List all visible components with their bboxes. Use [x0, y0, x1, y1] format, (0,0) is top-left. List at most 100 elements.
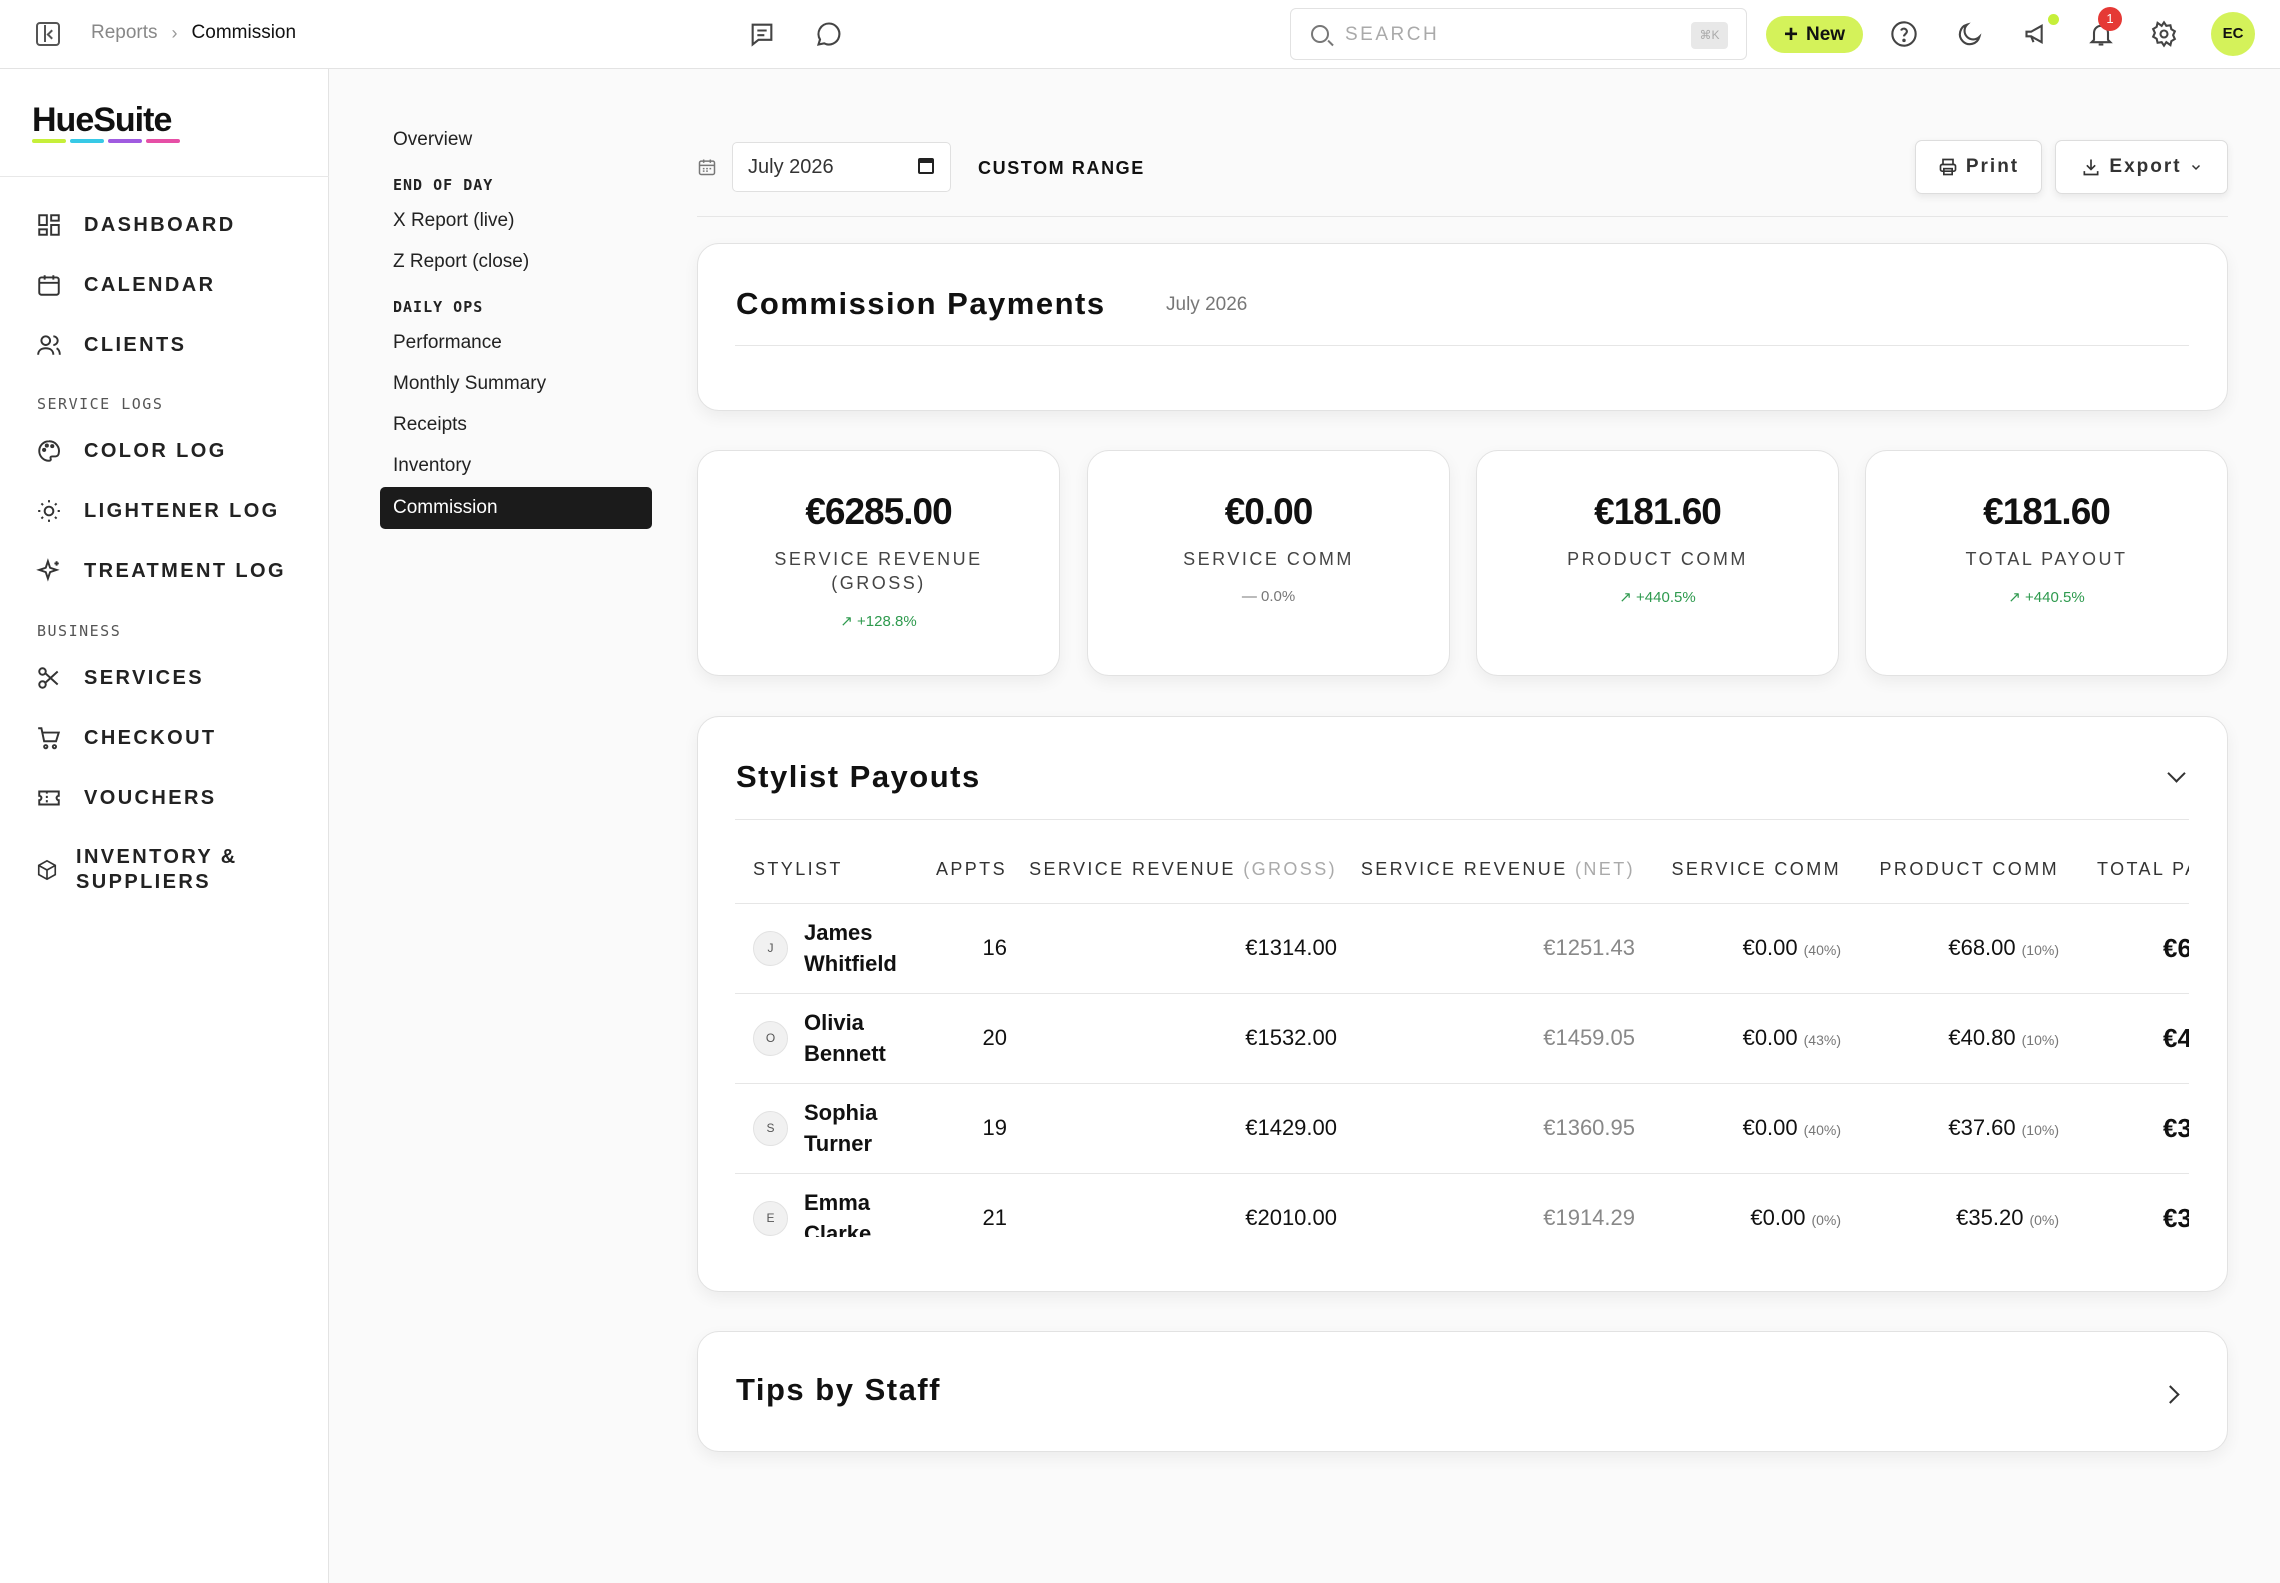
- sidebar-item-lightener-log[interactable]: LIGHTENER LOG: [36, 498, 280, 524]
- service-comm-value: €0.00: [1742, 1115, 1798, 1140]
- subnav-item-z-report[interactable]: Z Report (close): [393, 251, 529, 273]
- col-header-stylist[interactable]: STYLIST: [735, 837, 921, 904]
- sidebar-toggle-icon[interactable]: [36, 22, 60, 46]
- subnav-header-daily-ops: DAILY OPS: [393, 298, 484, 316]
- col-header-service-revenue-net[interactable]: SERVICE REVENUE (NET): [1337, 837, 1635, 904]
- table-row[interactable]: J James Whitfield 16 €1314.00 €1251.43 €0…: [735, 903, 2189, 994]
- subnav-item-monthly-summary[interactable]: Monthly Summary: [393, 373, 546, 395]
- custom-range-button[interactable]: CUSTOM RANGE: [978, 158, 1145, 179]
- export-button[interactable]: Export: [2055, 140, 2228, 194]
- stylist-last-name: Bennett: [804, 1041, 886, 1066]
- product-comm-cell: €37.60 (10%): [1841, 1083, 2059, 1174]
- sidebar-item-color-log[interactable]: COLOR LOG: [36, 438, 227, 464]
- sidebar-item-clients[interactable]: CLIENTS: [36, 332, 186, 358]
- service-comm-cell: €0.00 (0%): [1635, 1173, 1841, 1237]
- dashboard-icon: [38, 214, 60, 236]
- stylist-last-name: Whitfield: [804, 951, 897, 976]
- product-comm-rate: (10%): [2021, 942, 2059, 958]
- kpi-label: SERVICE REVENUE (GROSS): [698, 547, 1059, 595]
- product-comm-rate: (10%): [2021, 1032, 2059, 1048]
- section-header-business: BUSINESS: [37, 622, 122, 640]
- announcements-icon[interactable]: [2023, 20, 2051, 48]
- gross-revenue-cell: €2010.00: [1007, 1173, 1337, 1237]
- calendar-icon: [38, 275, 60, 296]
- tips-by-staff-card[interactable]: Tips by Staff: [697, 1331, 2228, 1452]
- stylist-first-name: James: [804, 920, 873, 945]
- table-row[interactable]: S Sophia Turner 19 €1429.00 €1360.95 €0.0…: [735, 1083, 2189, 1174]
- dark-mode-icon[interactable]: [1956, 20, 1984, 48]
- col-header-service-comm[interactable]: SERVICE COMM: [1635, 837, 1841, 904]
- total-payout-cell: €4: [2059, 993, 2189, 1084]
- kpi-value: €0.00: [1224, 491, 1314, 532]
- col-header-total-payout[interactable]: TOTAL PA: [2059, 837, 2189, 904]
- chat-icon[interactable]: [815, 20, 843, 48]
- stylist-last-name: Turner: [804, 1131, 873, 1156]
- subnav-item-commission[interactable]: Commission: [380, 487, 652, 529]
- stylist-name: Olivia Bennett: [804, 1007, 914, 1069]
- brand-logo[interactable]: HueSuite: [32, 101, 172, 140]
- kpi-value: €6285.00: [805, 491, 952, 532]
- breadcrumb-parent[interactable]: Reports: [91, 22, 158, 44]
- subnav-item-performance[interactable]: Performance: [393, 332, 502, 354]
- download-icon: [2083, 159, 2099, 176]
- sidebar-item-dashboard[interactable]: DASHBOARD: [36, 212, 236, 238]
- card-title: Commission Payments: [736, 286, 1106, 321]
- avatar: S: [753, 1110, 788, 1146]
- stylist-cell: O Olivia Bennett: [735, 1007, 921, 1069]
- notes-icon[interactable]: [748, 20, 776, 48]
- product-comm-cell: €68.00 (10%): [1841, 903, 2059, 994]
- table-row[interactable]: O Olivia Bennett 20 €1532.00 €1459.05 €0.…: [735, 993, 2189, 1084]
- kpi-label: TOTAL PAYOUT: [1965, 549, 2128, 569]
- col-header-appts[interactable]: APPTS: [921, 837, 1007, 904]
- scissors-icon: [38, 667, 59, 689]
- service-comm-rate: (40%): [1803, 942, 1841, 958]
- service-comm-value: €0.00: [1750, 1205, 1806, 1230]
- subnav-item-receipts[interactable]: Receipts: [393, 414, 467, 436]
- sidebar-item-vouchers[interactable]: VOUCHERS: [36, 785, 217, 811]
- cart-icon: [38, 727, 61, 750]
- table-row[interactable]: E Emma Clarke 21 €2010.00 €1914.29 €0.00 (…: [735, 1173, 2189, 1237]
- search-input[interactable]: [1345, 21, 1645, 49]
- breadcrumb: Reports › Commission: [91, 22, 296, 44]
- kpi-value: €181.60: [1594, 491, 1722, 532]
- sidebar-item-label: COLOR LOG: [84, 439, 227, 462]
- ticket-icon: [38, 790, 60, 806]
- kpi-card-product-comm: €181.60 PRODUCT COMM ↗ +440.5%: [1476, 450, 1839, 676]
- sidebar-item-checkout[interactable]: CHECKOUT: [36, 725, 217, 751]
- col-header-product-comm[interactable]: PRODUCT COMM: [1841, 837, 2059, 904]
- subnav-item-overview[interactable]: Overview: [393, 129, 472, 151]
- avatar: O: [753, 1020, 788, 1056]
- col-header-service-revenue-gross[interactable]: SERVICE REVENUE (GROSS): [1007, 837, 1337, 904]
- appts-cell: 19: [921, 1083, 1007, 1174]
- settings-icon[interactable]: [2150, 20, 2178, 48]
- product-comm-value: €35.20: [1956, 1205, 2024, 1230]
- chevron-down-icon[interactable]: [2167, 764, 2186, 783]
- kpi-label-line1: SERVICE REVENUE: [774, 549, 983, 569]
- calendar-picker-icon[interactable]: [918, 158, 934, 174]
- user-avatar[interactable]: EC: [2211, 12, 2255, 56]
- sidebar-item-calendar[interactable]: CALENDAR: [36, 272, 215, 298]
- box-icon: [37, 859, 57, 881]
- subnav-item-x-report[interactable]: X Report (live): [393, 210, 514, 232]
- sidebar-item-treatment-log[interactable]: TREATMENT LOG: [36, 558, 286, 584]
- chevron-right-icon[interactable]: [2161, 1385, 2180, 1404]
- new-button[interactable]: + New: [1766, 16, 1863, 53]
- search-shortcut: ⌘K: [1691, 22, 1728, 49]
- month-picker[interactable]: July 2026: [732, 142, 951, 192]
- search-bar[interactable]: ⌘K: [1290, 8, 1747, 60]
- help-icon[interactable]: [1890, 20, 1918, 48]
- total-payout-cell: €3: [2059, 1173, 2189, 1237]
- sidebar-item-services[interactable]: SERVICES: [36, 665, 204, 691]
- payouts-table-scroll[interactable]: STYLIST APPTS SERVICE REVENUE (GROSS) SE…: [735, 837, 2189, 1237]
- print-button[interactable]: Print: [1915, 140, 2042, 194]
- sidebar-item-inventory-suppliers[interactable]: INVENTORY & SUPPLIERS: [36, 845, 238, 895]
- product-comm-value: €37.60: [1948, 1115, 2016, 1140]
- breadcrumb-separator-icon: ›: [171, 22, 178, 43]
- net-revenue-cell: €1251.43: [1337, 903, 1635, 994]
- kpi-label-line2: (GROSS): [831, 573, 926, 593]
- service-comm-value: €0.00: [1742, 1025, 1798, 1050]
- search-icon: [1311, 25, 1329, 43]
- net-revenue-cell: €1459.05: [1337, 993, 1635, 1084]
- subnav-item-inventory[interactable]: Inventory: [393, 455, 471, 477]
- gross-revenue-cell: €1429.00: [1007, 1083, 1337, 1174]
